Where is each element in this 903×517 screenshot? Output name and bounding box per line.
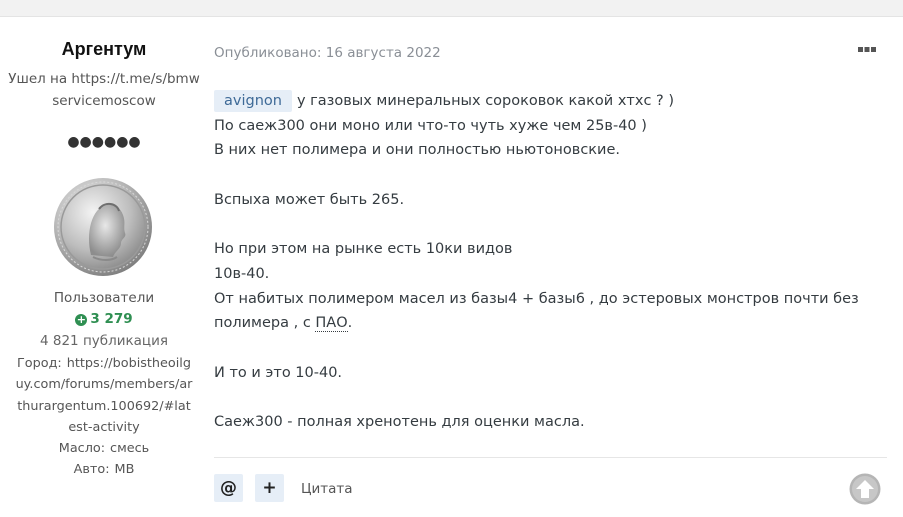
coin-avatar-image	[54, 178, 152, 276]
quote-button[interactable]: Цитата	[301, 481, 353, 497]
field-oil-label: Масло:	[58, 441, 106, 457]
post-line: По саеж300 они моно или что-то чуть хуже…	[214, 117, 647, 134]
post-count[interactable]: 4 821 публикация	[0, 333, 208, 349]
post-text: полимера , с	[214, 315, 316, 332]
post-line: Саеж300 - полная хренотень для оценки ма…	[214, 414, 585, 431]
author-name[interactable]: Аргентум	[0, 39, 208, 60]
field-oil: Масло: смесь	[14, 438, 194, 459]
user-group: Пользователи	[53, 290, 155, 306]
divider	[214, 457, 887, 458]
user-mention[interactable]: avignon	[214, 90, 292, 112]
reputation-badge: +3 279	[0, 311, 208, 327]
post-line: От набитых полимером масел из базы4 + ба…	[214, 290, 859, 307]
plus-circle-icon: +	[75, 313, 88, 326]
abbreviation[interactable]: ПАО	[315, 315, 348, 333]
post-line: полимера , с ПАО.	[214, 311, 864, 336]
field-city-label: Город:	[17, 356, 62, 371]
post-body: avignon у газовых минеральных сороковок к…	[214, 89, 864, 435]
post-date[interactable]: Опубликовано: 16 августа 2022	[214, 45, 441, 61]
reputation-value: 3 279	[90, 311, 133, 327]
rank-pips: ●●●●●●	[67, 134, 141, 150]
post-text: .	[347, 315, 353, 332]
post-line: Но при этом на рынке есть 10ки видов	[214, 241, 513, 258]
author-title: Ушел на https://t.me/s/bmwservicemoscow	[8, 71, 200, 109]
author-panel: Аргентум Ушел на https://t.me/s/bmwservi…	[0, 17, 208, 517]
arrow-up-circle-icon[interactable]	[849, 473, 881, 505]
multiquote-button[interactable]: +	[255, 474, 284, 502]
field-oil-value: смесь	[110, 441, 150, 457]
field-car: Авто: MB	[14, 459, 194, 480]
ellipsis-icon[interactable]	[858, 43, 876, 57]
post-line: avignon у газовых минеральных сороковок к…	[214, 89, 864, 114]
forum-post: Аргентум Ушел на https://t.me/s/bmwservi…	[0, 16, 903, 517]
field-car-value: MB	[114, 462, 135, 478]
field-city: Город: https://bobistheoilguy.com/forums/…	[14, 353, 194, 438]
post-line: 10в-40.	[214, 265, 270, 282]
post-line: И то и это 10-40.	[214, 364, 343, 381]
post-content: Опубликовано: 16 августа 2022 avignon у г…	[214, 17, 903, 517]
post-line: В них нет полимера и они полностью ньюто…	[214, 142, 621, 159]
avatar[interactable]	[53, 177, 153, 277]
post-line: Вспыха может быть 265.	[214, 191, 405, 208]
field-car-label: Авто:	[73, 462, 110, 478]
post-text: у газовых минеральных сороковок какой хт…	[296, 93, 674, 109]
mention-button[interactable]: @	[214, 474, 243, 502]
profile-fields: Город: https://bobistheoilguy.com/forums/…	[14, 353, 194, 481]
